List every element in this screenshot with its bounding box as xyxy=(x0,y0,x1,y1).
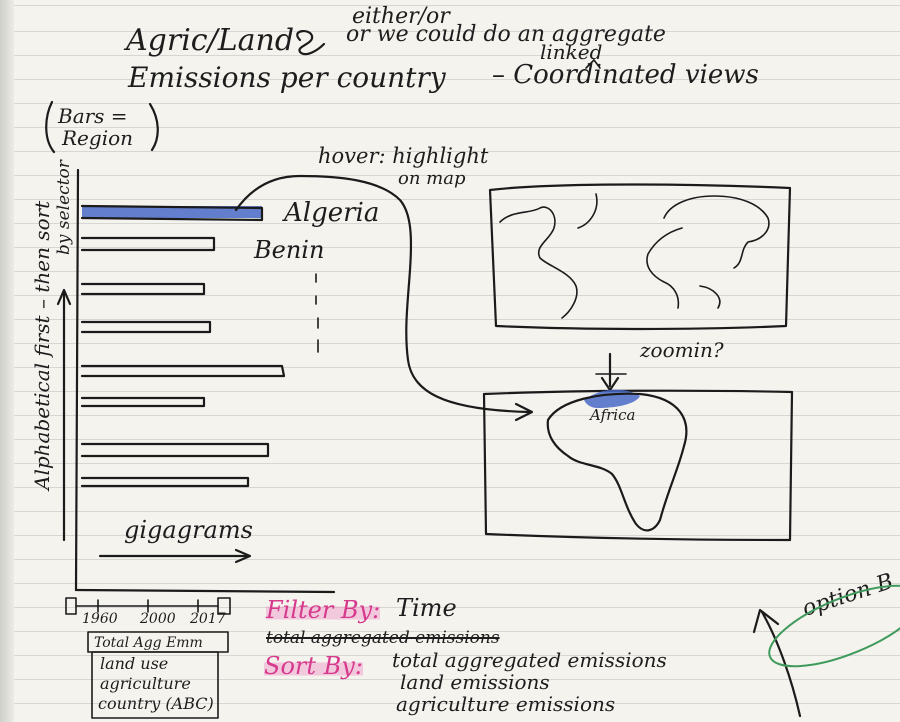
option-b-ellipse xyxy=(768,584,900,668)
dropdown-list-box xyxy=(91,651,219,719)
bars-note-bracket-left xyxy=(45,100,56,154)
bar-5 xyxy=(80,364,286,378)
world-map-afro-eurasia xyxy=(646,195,770,309)
world-map-frame xyxy=(488,183,792,331)
bar-chart-x-axis xyxy=(74,588,336,594)
bar-list-ellipsis xyxy=(315,273,319,353)
bar-chart-y-axis xyxy=(74,168,80,592)
dropdown-selected-box xyxy=(87,631,229,653)
bar-6 xyxy=(80,396,206,408)
bar-benin xyxy=(80,236,216,252)
time-slider-track xyxy=(75,599,219,613)
bar-4 xyxy=(80,320,212,334)
time-slider-handle-right xyxy=(217,597,231,615)
bar-3 xyxy=(80,282,206,296)
coordinated-caret xyxy=(585,59,601,69)
ampersand-mark xyxy=(296,30,326,56)
world-map-americas xyxy=(499,193,598,319)
bar-7 xyxy=(80,442,270,458)
sketch-drawing xyxy=(45,30,900,719)
bar-8 xyxy=(80,476,250,488)
africa-highlight xyxy=(584,389,640,408)
time-slider-handle-left xyxy=(65,597,77,615)
africa-outline xyxy=(546,392,688,532)
bars-note-bracket-right xyxy=(148,102,159,152)
